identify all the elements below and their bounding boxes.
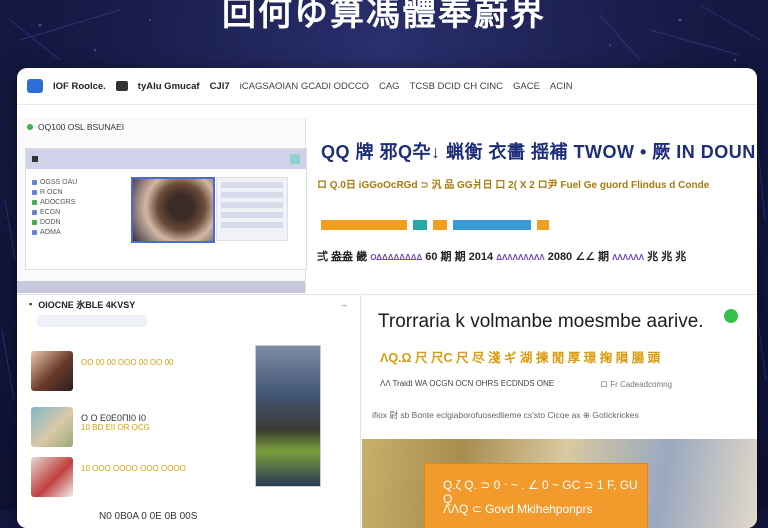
titlebar-item-6[interactable]: TCSB DCID CH CINC — [410, 81, 503, 92]
list-item[interactable]: Ο Ο Ε0Ε0ΠΙ0 Ι0 10 BD EII OR OCG — [31, 407, 150, 447]
color-bars — [321, 220, 549, 230]
list-item[interactable]: N0 0B0A 0 0E 0B 00S — [31, 505, 197, 528]
thumbnail — [31, 351, 73, 391]
bullet-icon — [32, 199, 37, 205]
panel-header-label: OIOCNE 氷BLE 4KVSY — [38, 299, 136, 310]
titlebar-item-8[interactable]: ACIN — [550, 81, 573, 92]
panel-header-label: OQ100 OSL BSUNAEI — [38, 122, 125, 132]
preview-image[interactable] — [255, 345, 321, 487]
bullet-icon — [32, 209, 37, 215]
color-bar[interactable] — [321, 220, 407, 230]
app-window: lOF Roolce. tyAlu Gmucaf CJl7 iCAGSAOIAN… — [17, 68, 757, 528]
bullet-icon — [32, 179, 37, 185]
bullet-icon — [32, 189, 37, 195]
search-input[interactable] — [37, 315, 147, 327]
titlebar-item-1[interactable]: lOF Roolce. — [53, 81, 106, 92]
panel-top-left: OQ100 OSL BSUNAEI OGSS OAU R OCN ADOCGRS… — [17, 118, 307, 293]
check-icon — [724, 309, 738, 323]
inner-sidebar — [216, 177, 288, 241]
bullet-icon — [32, 229, 37, 235]
close-icon[interactable] — [290, 154, 300, 164]
titlebar-item-5[interactable]: CAG — [379, 81, 400, 92]
page-heading: 回何ゆ算馮體奉蔚界 — [222, 0, 546, 34]
bullet-icon: ▪ — [29, 299, 33, 309]
info-link[interactable]: ロ Fr Cadeadcomng — [600, 379, 672, 390]
feature-image: Q.ζ Q. ⊃ 0 ‧ ~ . ∠ 0 ~ GC ⊃ 1 F, GU Q ΛΛ… — [362, 439, 757, 528]
color-bar[interactable] — [453, 220, 531, 230]
info-text: ΛΛ Traidt WA OCGN OCN OHRS ECDNDS ONE — [380, 379, 555, 388]
titlebar-item-4[interactable]: iCAGSAOIAN GCADI ODCCO — [240, 81, 369, 92]
data-row: 弍 盎盎 畿 ΟΔΔΔΔΔΔΔΔ 60 期 期 2014 ΔΛΛΛΛΛΛΛΛ 2… — [317, 251, 687, 263]
description-text: ifiox 尉 sb Bonte eclgiaborofuosedlieme c… — [372, 410, 639, 420]
color-bar[interactable] — [413, 220, 427, 230]
inner-window: OGSS OAU R OCN ADOCGRS ECGN DODN AOMA — [25, 148, 307, 270]
panel-subtitle: ΛQ.Ω 尺 尺C 尺 尽 淺 ギ 湖 揀 閒 厚 璟 掬 隕 腸 頭 — [380, 351, 661, 365]
video-thumbnail[interactable] — [131, 177, 215, 243]
list-item[interactable]: AOMA — [32, 227, 127, 237]
list-item[interactable]: ADOCGRS — [32, 197, 127, 207]
list-item[interactable]: OGSS OAU — [32, 177, 127, 187]
panel-footer — [17, 281, 305, 293]
thumbnail — [31, 407, 73, 447]
panel-header: ▪ OIOCNE 氷BLE 4KVSY → — [17, 295, 360, 313]
color-bar[interactable] — [537, 220, 549, 230]
panel-header: OQ100 OSL BSUNAEI — [17, 118, 305, 136]
panel-title: QQ 牌 邪Q卆↓ 蝋衡 衣畵 揺補 TWOW • 厥 IN DOUN — [321, 142, 756, 162]
panel-bottom-right: Trorraria k volmanbe moesmbe aarive. ΛQ.… — [362, 294, 757, 528]
panel-title: Trorraria k volmanbe moesmbe aarive. — [378, 311, 704, 332]
titlebar-item-7[interactable]: GACE — [513, 81, 540, 92]
inner-window-bar — [26, 149, 306, 169]
app-logo-icon — [27, 79, 43, 93]
title-bar: lOF Roolce. tyAlu Gmucaf CJl7 iCAGSAOIAN… — [17, 68, 757, 105]
color-bar[interactable] — [433, 220, 447, 230]
list-item[interactable]: ΟΟ 00 00 ΟΟΟ 00 ΟΟ 00 — [31, 351, 174, 391]
status-dot-icon — [27, 124, 33, 130]
window-icon — [115, 81, 128, 91]
bullet-icon — [32, 219, 37, 225]
menu-icon[interactable] — [32, 156, 38, 162]
titlebar-item-2[interactable]: tyAlu Gmucaf — [138, 81, 200, 92]
list-item[interactable]: DODN — [32, 217, 127, 227]
panel-bottom-left: ▪ OIOCNE 氷BLE 4KVSY → ΟΟ 00 00 ΟΟΟ 00 ΟΟ… — [17, 294, 361, 528]
titlebar-item-3[interactable]: CJl7 — [210, 81, 230, 92]
arrow-icon[interactable]: → — [339, 299, 348, 309]
inner-list: OGSS OAU R OCN ADOCGRS ECGN DODN AOMA — [32, 177, 127, 237]
promo-card[interactable]: Q.ζ Q. ⊃ 0 ‧ ~ . ∠ 0 ~ GC ⊃ 1 F, GU Q ΛΛ… — [424, 463, 648, 528]
list-item[interactable]: 10 ΟΟΟ ΟΟΟΟ ΟΟΟ ΟΟΟΟ — [31, 457, 186, 497]
panel-subtitle: ロ Q.0日 iGGoOcRGd ⊃ 汎 品 GG爿日 口 2( X 2 ロ尹 … — [317, 180, 710, 191]
list-item[interactable]: ECGN — [32, 207, 127, 217]
thumbnail — [31, 457, 73, 497]
list-item[interactable]: R OCN — [32, 187, 127, 197]
panel-top-right: QQ 牌 邪Q卆↓ 蝋衡 衣畵 揺補 TWOW • 厥 IN DOUN ロ Q.… — [307, 118, 757, 293]
promo-line-2: ΛΛQ ⊂ Govd Mkihehponprs — [443, 502, 593, 516]
